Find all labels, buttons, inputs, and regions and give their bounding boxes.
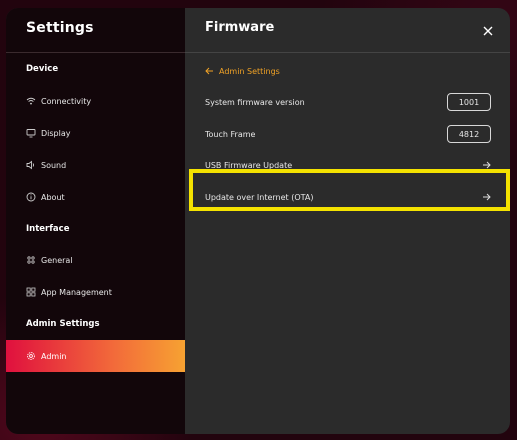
row-label: Update over Internet (OTA) <box>205 192 314 202</box>
arrow-right-icon <box>483 161 491 169</box>
arrow-left-icon <box>205 67 213 75</box>
section-admin-settings: Admin Settings <box>26 319 100 329</box>
main-divider <box>185 52 510 53</box>
sidebar-item-label: About <box>41 192 65 202</box>
main-panel: Firmware Admin Settings System firmware … <box>185 8 510 434</box>
sidebar-item-admin[interactable]: Admin <box>6 340 185 372</box>
info-icon <box>26 192 36 202</box>
row-touch-frame: Touch Frame 4812 <box>205 123 491 145</box>
apps-icon <box>26 287 36 297</box>
row-update-over-internet[interactable]: Update over Internet (OTA) <box>205 186 491 208</box>
touch-frame-value: 4812 <box>447 125 491 143</box>
sidebar-title: Settings <box>26 20 94 36</box>
sidebar-item-app-management[interactable]: App Management <box>6 277 185 307</box>
monitor-icon <box>26 128 36 138</box>
breadcrumb-label: Admin Settings <box>219 66 280 76</box>
sidebar-item-general[interactable]: General <box>6 245 185 275</box>
sidebar-item-connectivity[interactable]: Connectivity <box>6 86 185 116</box>
sidebar-item-label: Connectivity <box>41 96 92 106</box>
row-label: USB Firmware Update <box>205 160 293 170</box>
row-label: System firmware version <box>205 97 305 107</box>
breadcrumb-back-link[interactable]: Admin Settings <box>205 64 280 78</box>
sidebar-item-about[interactable]: About <box>6 182 185 212</box>
wifi-icon <box>26 96 36 106</box>
row-label: Touch Frame <box>205 129 256 139</box>
sidebar-item-display[interactable]: Display <box>6 118 185 148</box>
settings-window: Settings Device Connectivity Display Sou… <box>6 8 510 434</box>
grid-dots-icon <box>26 255 36 265</box>
sidebar-item-sound[interactable]: Sound <box>6 150 185 180</box>
sidebar-item-label: Sound <box>41 160 67 170</box>
row-usb-firmware-update[interactable]: USB Firmware Update <box>205 154 491 176</box>
row-system-firmware-version: System firmware version 1001 <box>205 91 491 113</box>
speaker-icon <box>26 160 36 170</box>
close-icon[interactable] <box>482 22 494 36</box>
sidebar-divider <box>6 52 185 53</box>
gear-icon <box>26 351 36 361</box>
sidebar: Settings Device Connectivity Display Sou… <box>6 8 185 434</box>
section-interface: Interface <box>26 224 70 234</box>
sidebar-item-label: Display <box>41 128 71 138</box>
sidebar-item-label: App Management <box>41 287 112 297</box>
sidebar-item-label: Admin <box>41 351 67 361</box>
page-title: Firmware <box>205 20 275 35</box>
arrow-right-icon <box>483 193 491 201</box>
section-device: Device <box>26 64 59 74</box>
sidebar-item-label: General <box>41 255 73 265</box>
firmware-version-value: 1001 <box>447 93 491 111</box>
